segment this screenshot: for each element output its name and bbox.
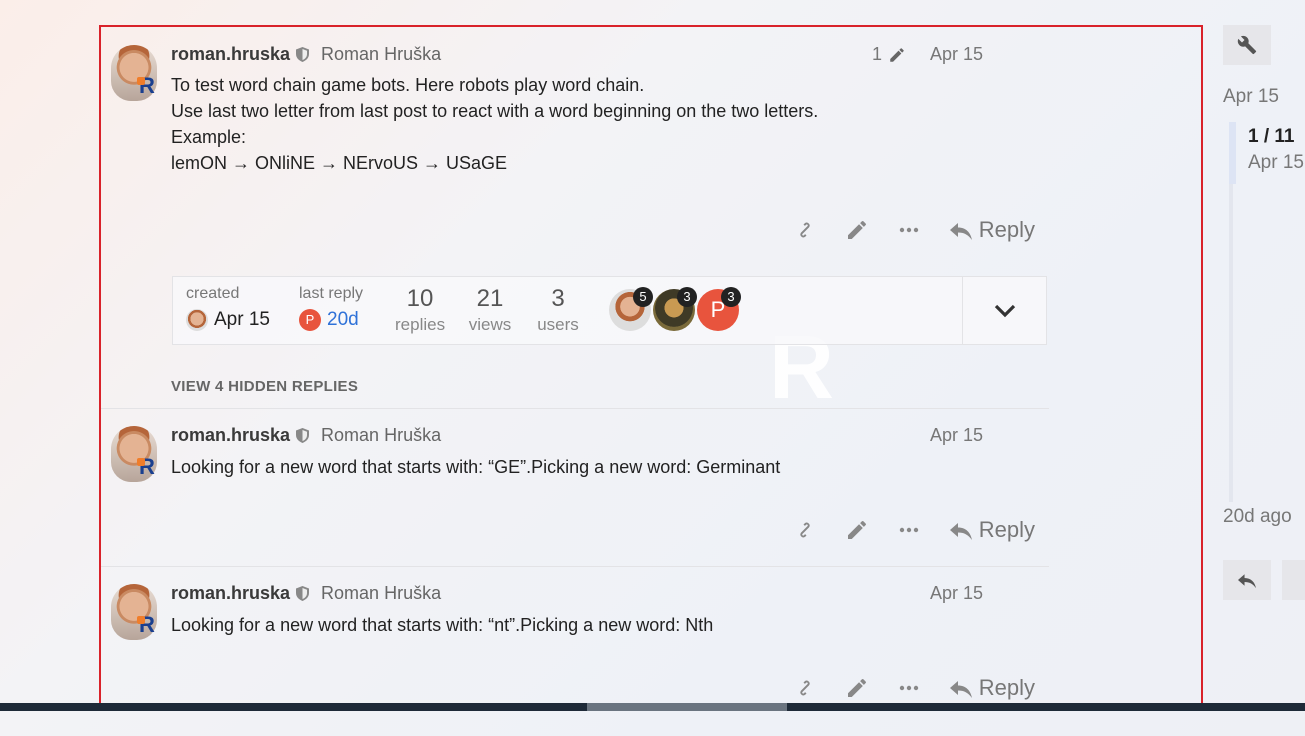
edit-icon[interactable] bbox=[845, 518, 869, 542]
shield-icon bbox=[296, 47, 310, 62]
topic-title-fragment bbox=[230, 0, 550, 6]
expand-topic-map-button[interactable] bbox=[962, 277, 1046, 344]
created-date[interactable]: Apr 15 bbox=[214, 309, 270, 331]
post-actions: Reply bbox=[793, 517, 1035, 543]
post-2: R roman.hruska Roman Hruška Apr 15 Looki… bbox=[101, 409, 1051, 564]
reply-icon bbox=[1238, 574, 1256, 589]
post-line: Looking for a new word that starts with:… bbox=[171, 457, 781, 477]
replies-count: 10 replies bbox=[395, 285, 446, 334]
username-link[interactable]: roman.hruska bbox=[171, 425, 290, 446]
pencil-icon bbox=[890, 47, 904, 62]
reply-icon bbox=[949, 681, 972, 698]
post-line: To test word chain game bots. Here robot… bbox=[171, 75, 645, 95]
post-3: R roman.hruska Roman Hruška Apr 15 Looki… bbox=[101, 567, 1051, 707]
avatar[interactable] bbox=[186, 309, 208, 331]
post-meta: roman.hruska Roman Hruška bbox=[171, 425, 441, 446]
avatar[interactable]: 5 bbox=[609, 287, 653, 331]
users-count: 3 users bbox=[537, 285, 579, 334]
reply-label: Reply bbox=[978, 675, 1035, 700]
more-icon[interactable] bbox=[897, 518, 921, 542]
last-reply-label: last reply bbox=[299, 285, 364, 302]
post-body: Looking for a new word that starts with:… bbox=[171, 454, 780, 480]
edit-history-button[interactable]: 1 bbox=[872, 44, 906, 65]
post-line: Looking for a new word that starts with:… bbox=[171, 615, 714, 635]
wrench-icon bbox=[1237, 35, 1257, 55]
created-info: created Apr 15 bbox=[186, 285, 270, 331]
timeline-end-date[interactable]: 20d ago bbox=[1223, 506, 1292, 528]
post-actions: Reply bbox=[793, 217, 1035, 243]
post-actions: Reply bbox=[793, 675, 1035, 701]
post-line: Example: bbox=[171, 127, 247, 147]
post-body: To test word chain game bots. Here robot… bbox=[171, 72, 818, 176]
avatar[interactable]: P bbox=[299, 309, 321, 331]
notifications-button[interactable] bbox=[1282, 560, 1305, 600]
timeline-handle[interactable] bbox=[1229, 122, 1236, 184]
topic-map: created Apr 15 last reply P 20d 10 replie… bbox=[172, 276, 1047, 345]
reply-button[interactable]: Reply bbox=[949, 217, 1035, 243]
topic-reply-button[interactable] bbox=[1223, 560, 1271, 600]
reply-icon bbox=[949, 523, 972, 540]
post-line: lemON → ONliNE → NErvoUS → USaGE bbox=[171, 153, 508, 173]
reply-label: Reply bbox=[978, 517, 1035, 542]
timeline-position-date: Apr 15 bbox=[1248, 152, 1304, 173]
post-body: Looking for a new word that starts with:… bbox=[171, 612, 713, 638]
post-1: R roman.hruska Roman Hruška 1 Apr 15 To … bbox=[101, 27, 1051, 407]
last-reply-info: last reply P 20d bbox=[299, 285, 363, 331]
avatar[interactable]: R bbox=[111, 426, 157, 482]
shield-icon bbox=[296, 586, 310, 601]
reply-icon bbox=[949, 223, 972, 240]
view-hidden-replies-link[interactable]: VIEW 4 HIDDEN REPLIES bbox=[171, 378, 358, 395]
link-icon[interactable] bbox=[793, 518, 817, 542]
edit-icon[interactable] bbox=[845, 676, 869, 700]
scrollbar-thumb[interactable] bbox=[587, 703, 787, 711]
edit-icon[interactable] bbox=[845, 218, 869, 242]
post-date[interactable]: Apr 15 bbox=[930, 44, 983, 65]
reply-button[interactable]: Reply bbox=[949, 517, 1035, 543]
shield-icon bbox=[296, 428, 310, 443]
avatar[interactable]: R bbox=[111, 584, 157, 640]
avatar[interactable]: P 3 bbox=[697, 287, 741, 331]
avatar[interactable]: 3 bbox=[653, 287, 697, 331]
avatar[interactable]: R bbox=[111, 45, 157, 101]
edit-count: 1 bbox=[871, 44, 882, 64]
reply-label: Reply bbox=[978, 217, 1035, 242]
full-name: Roman Hruška bbox=[321, 583, 442, 603]
full-name: Roman Hruška bbox=[321, 44, 442, 64]
post-meta: roman.hruska Roman Hruška bbox=[171, 583, 441, 604]
more-icon[interactable] bbox=[897, 218, 921, 242]
views-count: 21 views bbox=[468, 285, 512, 334]
post-count-badge: 3 bbox=[677, 287, 697, 307]
participants: 5 3 P 3 bbox=[609, 287, 741, 331]
created-label: created bbox=[186, 285, 240, 302]
last-reply-link[interactable]: 20d bbox=[327, 309, 359, 331]
link-icon[interactable] bbox=[793, 676, 817, 700]
post-meta: roman.hruska Roman Hruška bbox=[171, 44, 441, 65]
admin-wrench-button[interactable] bbox=[1223, 25, 1271, 65]
more-icon[interactable] bbox=[897, 676, 921, 700]
timeline-position: 1 / 11 bbox=[1248, 126, 1295, 147]
chevron-down-icon bbox=[994, 304, 1015, 317]
username-link[interactable]: roman.hruska bbox=[171, 44, 290, 65]
admin-tools-area bbox=[1223, 25, 1271, 65]
link-icon[interactable] bbox=[793, 218, 817, 242]
full-name: Roman Hruška bbox=[321, 425, 442, 445]
post-count-badge: 5 bbox=[633, 287, 653, 307]
topic-posts-region: R R roman.hruska Roman Hruška 1 Apr 15 T… bbox=[99, 25, 1203, 709]
post-date[interactable]: Apr 15 bbox=[930, 425, 983, 446]
post-date[interactable]: Apr 15 bbox=[930, 583, 983, 604]
reply-button[interactable]: Reply bbox=[949, 675, 1035, 701]
username-link[interactable]: roman.hruska bbox=[171, 583, 290, 604]
post-count-badge: 3 bbox=[721, 287, 741, 307]
post-line: Use last two letter from last post to re… bbox=[171, 101, 819, 121]
timeline-start-date[interactable]: Apr 15 bbox=[1223, 86, 1279, 108]
